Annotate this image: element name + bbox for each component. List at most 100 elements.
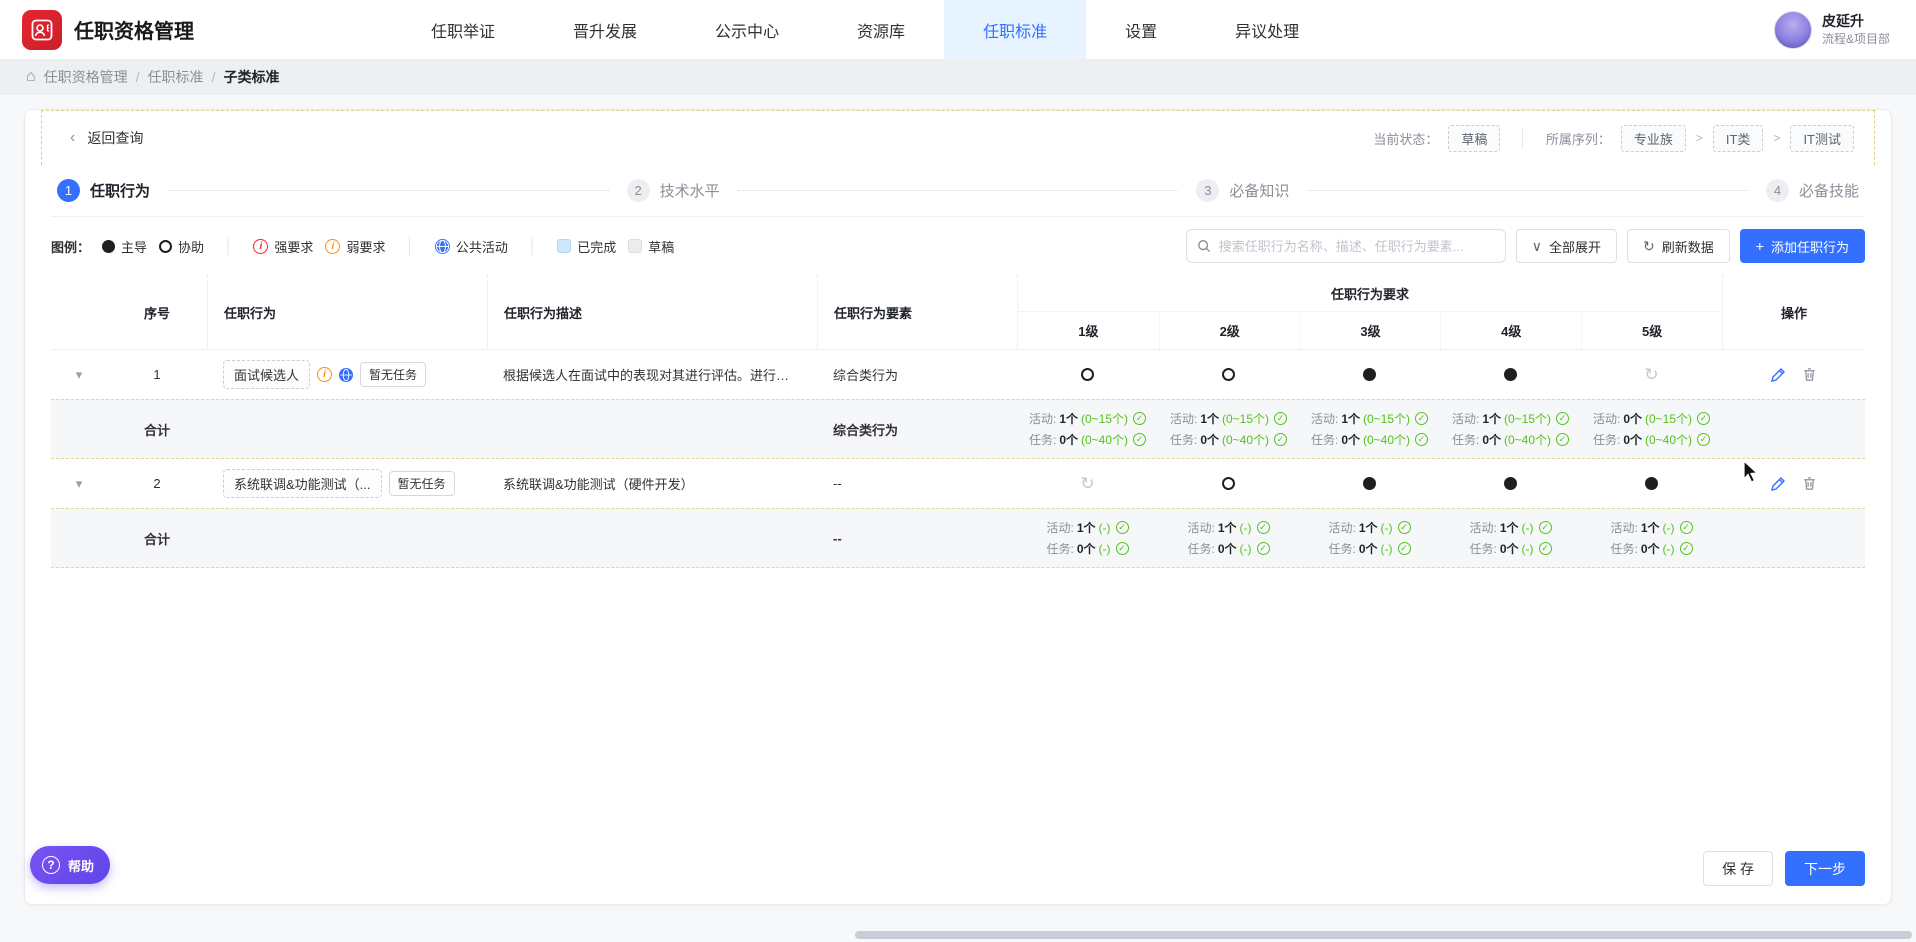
level-4-state[interactable] xyxy=(1504,477,1517,490)
check-icon xyxy=(1256,521,1270,534)
step-3-knowledge[interactable]: 3 必备知识 xyxy=(1196,179,1289,202)
summary-level-5: 活动:1个(-) 任务:0个(-) xyxy=(1581,509,1722,567)
behavior-tag[interactable]: 系统联调&功能测试（... xyxy=(223,469,382,498)
edit-icon[interactable] xyxy=(1770,367,1786,383)
step-connector xyxy=(737,190,1179,191)
level-5-state[interactable] xyxy=(1644,366,1658,383)
summary-level-3: 活动:1个(-) 任务:0个(-) xyxy=(1299,509,1440,567)
col-header-behavior: 任职行为 xyxy=(207,275,487,349)
expand-toggle-icon[interactable]: ▾ xyxy=(76,367,83,383)
step-4-skills[interactable]: 4 必备技能 xyxy=(1765,179,1859,202)
step-1-behavior[interactable]: 1 任职行为 xyxy=(57,179,150,202)
summary-level-2: 活动:1个(-) 任务:0个(-) xyxy=(1158,509,1299,567)
check-icon xyxy=(1538,521,1552,534)
next-step-button[interactable]: 下一步 xyxy=(1785,851,1865,886)
summary-level-4: 活动:1个(-) 任务:0个(-) xyxy=(1440,509,1581,567)
level-3-state[interactable] xyxy=(1363,477,1376,490)
user-avatar[interactable] xyxy=(1773,10,1812,49)
legend: 图例： 主导 协助 │ i 强要求 i 弱要求 │ 公共活动 │ 已完成 草稿 xyxy=(51,237,674,256)
level-2-state[interactable] xyxy=(1222,477,1235,490)
search-input[interactable] xyxy=(1218,238,1495,254)
refresh-icon: ↻ xyxy=(1643,237,1655,254)
breadcrumb-current: 子类标准 xyxy=(223,69,280,85)
behavior-table: 序号 任职行为 任职行为描述 任职行为要素 任职行为要求 1级 2级 3级 4级… xyxy=(51,275,1865,568)
nav-item-qualification-proof[interactable]: 任职举证 xyxy=(392,0,534,59)
col-header-level-3: 3级 xyxy=(1299,312,1441,349)
step-label: 必备技能 xyxy=(1798,183,1859,200)
level-4-state[interactable] xyxy=(1504,368,1517,381)
user-menu[interactable]: 皮延升 流程&项目部 xyxy=(1773,0,1916,59)
check-icon xyxy=(1556,433,1570,446)
brand: 任职资格管理 xyxy=(0,0,300,59)
behavior-element: 综合类行为 xyxy=(833,368,899,383)
check-icon xyxy=(1115,521,1129,534)
search-box[interactable] xyxy=(1185,229,1506,263)
sequence-label: 所属序列： xyxy=(1545,131,1611,147)
sequence-tag-family: 专业族 xyxy=(1620,124,1686,152)
nav-item-resources[interactable]: 资源库 xyxy=(818,0,944,59)
nav-item-standards-active[interactable]: 任职标准 xyxy=(944,0,1087,59)
legend-assist: 协助 xyxy=(159,237,204,256)
chevron-right-icon: > xyxy=(1773,131,1781,145)
summary-element: -- xyxy=(833,530,842,546)
check-icon xyxy=(1256,542,1270,555)
legend-weak: i 弱要求 xyxy=(325,237,385,256)
add-behavior-button[interactable]: + 添加任职行为 xyxy=(1739,229,1865,263)
help-button[interactable]: ? 帮助 xyxy=(30,846,111,884)
top-navbar: 任职资格管理 任职举证 晋升发展 公示中心 资源库 任职标准 设置 异议处理 皮… xyxy=(0,0,1916,59)
check-icon xyxy=(1133,412,1147,425)
col-header-level-1: 1级 xyxy=(1078,324,1099,339)
breadcrumb-separator: / xyxy=(135,69,140,85)
horizontal-scrollbar[interactable] xyxy=(855,931,1912,939)
behavior-tag[interactable]: 面试候选人 xyxy=(223,360,311,389)
back-to-query-button[interactable]: ‹ 返回查询 xyxy=(52,128,143,148)
add-behavior-label: 添加任职行为 xyxy=(1770,239,1849,255)
delete-icon[interactable] xyxy=(1802,367,1817,382)
level-5-state[interactable] xyxy=(1645,477,1658,490)
nav-item-settings[interactable]: 设置 xyxy=(1086,0,1196,59)
chevron-right-icon: > xyxy=(1695,131,1703,145)
step-connector xyxy=(1307,190,1748,191)
summary-label: 合计 xyxy=(143,422,170,438)
level-3-state[interactable] xyxy=(1363,368,1376,381)
legend-done: 已完成 xyxy=(557,237,616,256)
card-footer: 保 存 下一步 xyxy=(51,837,1865,886)
legend-strong-label: 强要求 xyxy=(274,239,314,255)
delete-icon[interactable] xyxy=(1802,476,1817,491)
sequence-tag-subcategory: IT测试 xyxy=(1790,124,1854,152)
current-status-label: 当前状态： xyxy=(1373,131,1439,147)
check-icon xyxy=(1397,542,1411,555)
save-button[interactable]: 保 存 xyxy=(1703,851,1773,886)
summary-level-1: 活动:1个(-) 任务:0个(-) xyxy=(1017,509,1158,567)
breadcrumb-standards[interactable]: 任职标准 xyxy=(148,67,204,87)
breadcrumb-separator: / xyxy=(211,69,216,85)
legend-lead: 主导 xyxy=(102,237,147,256)
check-icon xyxy=(1115,542,1129,555)
expand-all-button[interactable]: ∨ 全部展开 xyxy=(1515,229,1618,263)
breadcrumb: ⌂ 任职资格管理 / 任职标准 / 子类标准 xyxy=(0,59,1916,95)
app-title: 任职资格管理 xyxy=(74,21,194,43)
expand-toggle-icon[interactable]: ▾ xyxy=(76,476,83,492)
user-department: 流程&项目部 xyxy=(1821,31,1890,46)
home-icon[interactable]: ⌂ xyxy=(26,68,36,86)
nav-item-publicity[interactable]: 公示中心 xyxy=(676,0,818,59)
level-1-state[interactable] xyxy=(1080,475,1094,492)
edit-icon[interactable] xyxy=(1770,476,1786,492)
check-icon xyxy=(1697,412,1711,425)
step-number: 1 xyxy=(57,179,80,202)
nav-item-disputes[interactable]: 异议处理 xyxy=(1196,0,1338,59)
breadcrumb-root[interactable]: 任职资格管理 xyxy=(44,67,128,87)
nav-item-promotion[interactable]: 晋升发展 xyxy=(534,0,676,59)
legend-strong: i 强要求 xyxy=(253,237,313,256)
level-2-state[interactable] xyxy=(1222,368,1235,381)
summary-row: 合计 综合类行为 活动:1个(0~15个) 任务:0个(0~40个) 活动:1个… xyxy=(51,399,1865,459)
legend-lead-label: 主导 xyxy=(121,239,148,255)
step-2-technical[interactable]: 2 技术水平 xyxy=(626,179,720,202)
check-icon xyxy=(1679,521,1693,534)
refresh-button[interactable]: ↻ 刷新数据 xyxy=(1627,229,1730,263)
col-header-level-4: 4级 xyxy=(1440,312,1581,349)
step-number: 3 xyxy=(1196,179,1220,202)
step-connector xyxy=(168,190,609,191)
level-1-state[interactable] xyxy=(1081,368,1094,381)
divider: │ xyxy=(405,237,415,255)
